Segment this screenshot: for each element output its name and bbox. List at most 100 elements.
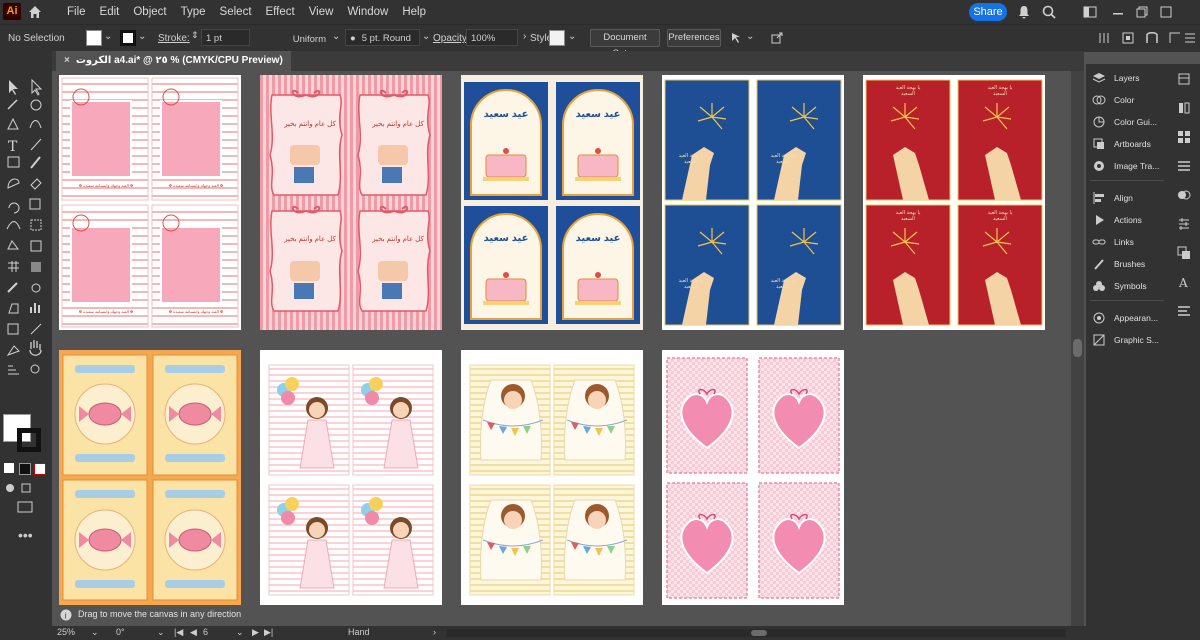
close-window-icon[interactable] <box>1158 4 1174 20</box>
pathfinder-icon[interactable] <box>1177 246 1191 260</box>
bell-icon[interactable] <box>1016 4 1032 20</box>
menu-effect[interactable]: Effect <box>259 6 302 18</box>
rotation-dropdown-icon[interactable]: ⌄ <box>157 627 165 638</box>
transparency-icon[interactable] <box>1177 188 1191 202</box>
select-similar-icon[interactable] <box>730 31 744 45</box>
properties-icon[interactable] <box>1177 72 1191 86</box>
brush-dropdown-icon[interactable]: ⌄ <box>422 31 430 42</box>
preferences-button[interactable]: Preferences <box>667 29 721 47</box>
isolate-icon[interactable] <box>1168 31 1182 45</box>
panel-image-trace[interactable]: Image Tra... <box>1086 156 1168 176</box>
zoom-dropdown-icon[interactable]: ⌄ <box>91 627 99 638</box>
export-icon[interactable] <box>770 31 784 45</box>
minimize-icon[interactable] <box>1110 4 1126 20</box>
document-tab[interactable]: × الكروت a4.ai* @ ٢٥ % (CMYK/CPU Preview) <box>56 51 291 71</box>
status-menu-arrow-icon[interactable]: › <box>433 627 436 637</box>
stroke-stepper-icon[interactable]: ⇕ <box>191 30 199 41</box>
menu-edit[interactable]: Edit <box>93 6 127 18</box>
panel-actions[interactable]: Actions <box>1086 210 1168 230</box>
panel-color[interactable]: Color <box>1086 90 1168 110</box>
transform-panel-icon[interactable] <box>1177 217 1191 231</box>
opacity-arrow-icon[interactable]: › <box>523 31 526 42</box>
menu-object[interactable]: Object <box>126 6 173 18</box>
menu-type[interactable]: Type <box>174 6 213 18</box>
fill-swatch[interactable] <box>86 30 102 46</box>
more-tools-icon[interactable]: ••• <box>18 527 33 543</box>
arrange-documents-icon[interactable] <box>1082 4 1098 20</box>
previous-artboard-icon[interactable]: ◀ <box>190 627 197 638</box>
panel-brushes[interactable]: Brushes <box>1086 254 1168 274</box>
opacity-input[interactable]: 100% <box>466 29 518 46</box>
fill-dropdown-icon[interactable]: ⌄ <box>104 31 112 42</box>
menu-select[interactable]: Select <box>213 6 259 18</box>
stroke-profile-select[interactable]: Uniform <box>256 31 328 48</box>
menu-file[interactable]: File <box>60 6 93 18</box>
panel-links[interactable]: Links <box>1086 232 1168 252</box>
artboard-9[interactable] <box>662 350 844 605</box>
restore-icon[interactable] <box>1134 4 1150 20</box>
menu-lines-icon[interactable] <box>1184 31 1196 45</box>
document-setup-button[interactable]: Document Setup <box>590 29 660 59</box>
card-text: يا بهجة العيد السعيد <box>987 210 1013 222</box>
stroke-dropdown-icon[interactable]: ⌄ <box>138 31 146 42</box>
swatches-icon[interactable] <box>1177 130 1191 144</box>
menu-window[interactable]: Window <box>340 6 395 18</box>
artboard-1[interactable]: ❁ العيد وجهك وابتسامة سعيدة ❁ ❁ العيد وج… <box>59 75 241 330</box>
artboard-dropdown-icon[interactable]: ⌄ <box>236 627 244 638</box>
grid-align-icon[interactable] <box>1097 31 1111 45</box>
first-artboard-icon[interactable]: |◀ <box>174 627 183 638</box>
libraries-icon[interactable] <box>1177 101 1191 115</box>
artboard-2[interactable]: كل عام وانتم بخير كل عام وانتم بخير كل ع… <box>260 75 442 330</box>
panel-label: Color <box>1114 95 1135 105</box>
artboard-7[interactable] <box>260 350 442 605</box>
draw-mode-icons[interactable] <box>4 481 44 517</box>
style-dropdown-icon[interactable]: ⌄ <box>568 31 576 42</box>
horizontal-scrollbar[interactable] <box>446 629 1066 637</box>
stroke-panel-icon[interactable] <box>1177 159 1191 173</box>
tab-close-icon[interactable]: × <box>64 55 70 66</box>
paragraph-icon[interactable] <box>1177 304 1191 318</box>
scrollbar-thumb[interactable] <box>1073 339 1082 357</box>
stroke-weight-input[interactable]: 1 pt <box>201 29 250 46</box>
home-icon[interactable] <box>27 4 43 20</box>
last-artboard-icon[interactable]: ▶| <box>264 627 273 638</box>
rotation-value[interactable]: 0° <box>116 627 125 637</box>
artboard-8-art <box>469 364 635 596</box>
graphic-style-swatch[interactable] <box>549 30 565 46</box>
zoom-level[interactable]: 25% <box>57 627 75 637</box>
opacity-label[interactable]: Opacity: <box>433 33 470 44</box>
similar-dropdown-icon[interactable]: ⌄ <box>746 31 754 42</box>
gradient-mode-icon[interactable] <box>19 463 31 475</box>
brush-definition-select[interactable]: ● 5 pt. Round <box>345 29 420 46</box>
color-mode-icon[interactable] <box>4 463 14 473</box>
menu-view[interactable]: View <box>302 6 341 18</box>
share-button[interactable]: Share <box>969 3 1007 21</box>
search-icon[interactable] <box>1041 4 1057 20</box>
shape-icon[interactable] <box>1145 31 1159 45</box>
profile-dropdown-icon[interactable]: ⌄ <box>332 31 340 42</box>
artboard-5[interactable]: يا بهجة العيد السعيد يا بهجة العيد السعي… <box>863 75 1045 330</box>
vertical-scrollbar[interactable] <box>1071 71 1084 626</box>
panel-artboards[interactable]: Artboards <box>1086 134 1168 154</box>
stroke-color-box[interactable] <box>17 428 41 452</box>
card-text: ❁ العيد وجهك وابتسامة سعيدة ❁ <box>78 183 134 188</box>
next-artboard-icon[interactable]: ▶ <box>252 627 259 638</box>
artboard-number[interactable]: 6 <box>203 627 208 637</box>
artboard-4[interactable]: يا بهجة العيد السعيد يا بهجة العيد السعي… <box>662 75 844 330</box>
artboard-8[interactable] <box>461 350 643 605</box>
panel-appearance[interactable]: Appearan... <box>1086 308 1168 328</box>
horizontal-scrollbar-thumb[interactable] <box>751 630 767 636</box>
panel-align[interactable]: Align <box>1086 188 1168 208</box>
none-mode-icon[interactable] <box>34 463 46 475</box>
character-icon[interactable]: A <box>1177 275 1191 289</box>
artboard-6[interactable] <box>59 350 241 605</box>
transform-icon[interactable] <box>1121 31 1135 45</box>
stroke-label[interactable]: Stroke: <box>158 33 190 44</box>
menu-help[interactable]: Help <box>395 6 433 18</box>
panel-symbols[interactable]: Symbols <box>1086 276 1168 296</box>
panel-color-guide[interactable]: Color Gui... <box>1086 112 1168 132</box>
artboard-3[interactable]: عيد سعيد عيد سعيد عيد سعيد عيد سعيد <box>461 75 643 330</box>
panel-graphic-styles[interactable]: Graphic S... <box>1086 330 1168 350</box>
panel-layers[interactable]: Layers <box>1086 68 1168 88</box>
stroke-swatch[interactable] <box>120 30 136 46</box>
